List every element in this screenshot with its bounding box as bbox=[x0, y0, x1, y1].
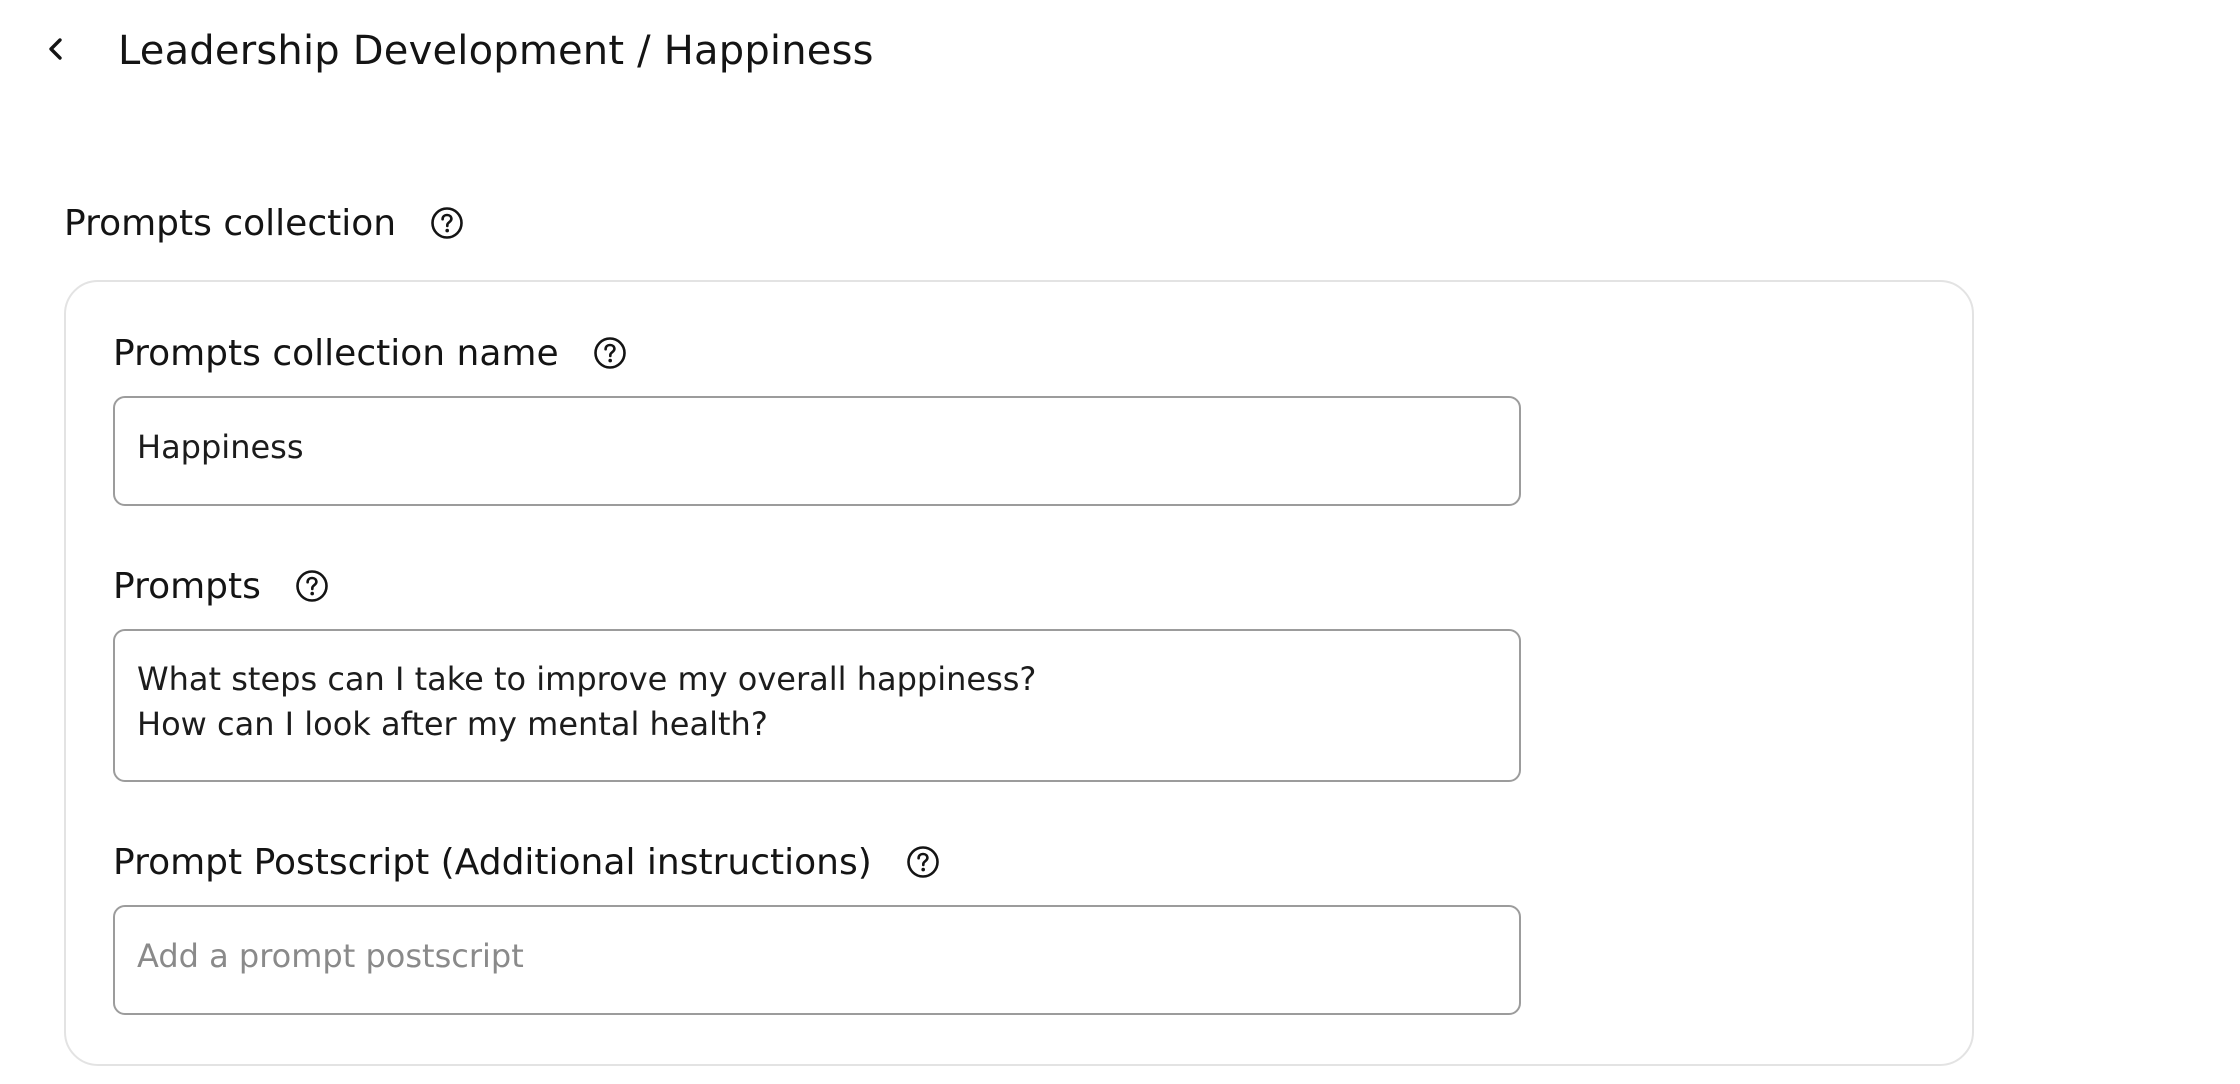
postscript-label-row: Prompt Postscript (Additional instructio… bbox=[113, 837, 940, 887]
page-header: Leadership Development / Happiness bbox=[40, 18, 874, 84]
postscript-placeholder: Add a prompt postscript bbox=[137, 937, 524, 975]
page: Leadership Development / Happiness Promp… bbox=[0, 0, 2240, 1084]
collection-name-value: Happiness bbox=[137, 428, 304, 466]
section-header: Prompts collection bbox=[64, 196, 464, 250]
question-circle-icon[interactable] bbox=[906, 845, 940, 879]
postscript-label: Prompt Postscript (Additional instructio… bbox=[113, 841, 872, 883]
question-circle-icon[interactable] bbox=[295, 569, 329, 603]
collection-name-input[interactable]: Happiness bbox=[113, 396, 1521, 506]
collection-name-label-row: Prompts collection name bbox=[113, 328, 627, 378]
prompt-line: How can I look after my mental health? bbox=[137, 705, 768, 743]
chevron-left-icon bbox=[46, 33, 66, 69]
back-button[interactable] bbox=[40, 27, 72, 75]
postscript-input[interactable]: Add a prompt postscript bbox=[113, 905, 1521, 1015]
question-circle-icon[interactable] bbox=[593, 336, 627, 370]
prompt-line: What steps can I take to improve my over… bbox=[137, 660, 1037, 698]
prompts-textarea[interactable]: What steps can I take to improve my over… bbox=[113, 629, 1521, 782]
collection-name-label: Prompts collection name bbox=[113, 332, 559, 374]
prompts-text: What steps can I take to improve my over… bbox=[137, 657, 1036, 747]
question-circle-icon[interactable] bbox=[430, 206, 464, 240]
prompts-label: Prompts bbox=[113, 565, 261, 607]
prompts-collection-card: Prompts collection name Happiness Prompt… bbox=[64, 280, 1974, 1066]
section-title: Prompts collection bbox=[64, 202, 397, 244]
page-title: Leadership Development / Happiness bbox=[118, 28, 874, 74]
prompts-label-row: Prompts bbox=[113, 561, 329, 611]
